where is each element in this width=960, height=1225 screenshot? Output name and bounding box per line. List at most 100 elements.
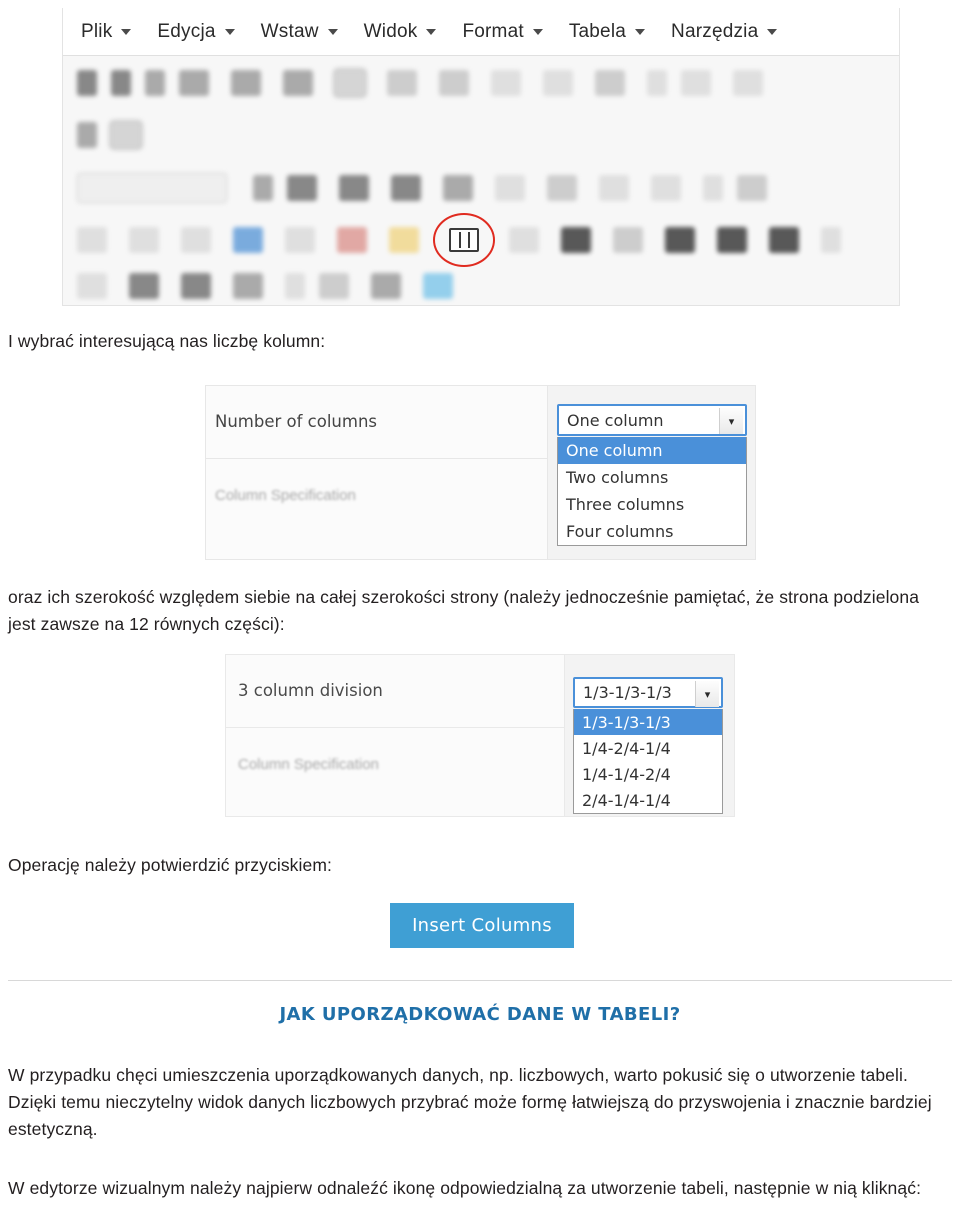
accordion-icon[interactable] [509, 227, 539, 253]
alert-box-icon[interactable] [337, 227, 367, 253]
filter-icon[interactable] [821, 227, 841, 253]
align-justify-icon[interactable] [439, 70, 469, 96]
menu-item-narzedzia[interactable]: Narzędzia [671, 20, 778, 43]
bold-icon[interactable] [77, 70, 97, 96]
source-code-icon[interactable] [681, 70, 711, 96]
align-center-icon[interactable] [335, 70, 365, 96]
form-icon[interactable] [319, 273, 349, 299]
toolbar-row-insert [63, 213, 899, 267]
option-three-columns[interactable]: Three columns [558, 491, 746, 518]
insert-columns-button[interactable]: Insert Columns [390, 903, 574, 948]
calendar-icon[interactable] [371, 273, 401, 299]
numbered-list-icon[interactable] [231, 70, 261, 96]
menu-item-label: Wstaw [260, 20, 319, 42]
undo-icon[interactable] [77, 122, 97, 148]
bulleted-list-icon[interactable] [179, 70, 209, 96]
chevron-down-icon [121, 28, 132, 35]
division-dialog-screenshot: 3 column division Column Specification 1… [225, 654, 735, 817]
link-icon[interactable] [543, 70, 573, 96]
copy-icon[interactable] [599, 175, 629, 201]
division-dialog-right-pane: 1/3-1/3-1/3 ▾ 1/3-1/3-1/3 1/4-2/4-1/4 1/… [565, 654, 735, 817]
redo-icon[interactable] [111, 122, 141, 148]
dark-panel-icon[interactable] [181, 273, 211, 299]
menu-bar: Plik Edycja Wstaw Widok Format Tabela Na… [63, 8, 899, 56]
toolbar-row-history [63, 112, 899, 158]
option-two-columns[interactable]: Two columns [558, 464, 746, 491]
blockquote-icon[interactable] [145, 70, 165, 96]
chevron-down-icon [767, 28, 778, 35]
unlink-icon[interactable] [491, 70, 521, 96]
insert-columns-icon[interactable] [433, 213, 495, 267]
chevron-down-icon[interactable]: ▾ [719, 408, 743, 434]
select-value: One column [567, 410, 664, 430]
toolbar-row-paragraph [63, 164, 899, 212]
chart-icon[interactable] [129, 227, 159, 253]
dropdown-icon[interactable] [703, 175, 723, 201]
slider-icon[interactable] [717, 227, 747, 253]
info-box-icon[interactable] [233, 227, 263, 253]
menu-item-tabela[interactable]: Tabela [569, 21, 646, 43]
columns-dialog-screenshot: Number of columns Column Specification O… [205, 385, 756, 560]
camera-icon[interactable] [391, 175, 421, 201]
option-third-third-third[interactable]: 1/3-1/3-1/3 [574, 709, 722, 735]
menu-item-label: Plik [81, 20, 113, 42]
card-icon[interactable] [769, 227, 799, 253]
tabs-icon[interactable] [613, 227, 643, 253]
division-option-list[interactable]: 1/3-1/3-1/3 1/4-2/4-1/4 1/4-1/4-2/4 2/4-… [573, 709, 723, 814]
menu-item-label: Narzędzia [671, 20, 759, 42]
division-dialog-left-pane: 3 column division Column Specification [225, 654, 566, 817]
menu-item-format[interactable]: Format [462, 21, 543, 43]
warning-box-icon[interactable] [389, 227, 419, 253]
number-of-columns-select[interactable]: One column ▾ [557, 404, 747, 436]
menu-item-wstaw[interactable]: Wstaw [261, 21, 338, 43]
divider [226, 727, 566, 728]
chevron-down-icon [224, 28, 235, 35]
columns-dialog-left-pane: Number of columns Column Specification [205, 385, 549, 560]
paragraph-table-intro: W przypadku chęci umieszczenia uporządko… [8, 1065, 932, 1139]
italic-icon[interactable] [111, 70, 131, 96]
option-four-columns[interactable]: Four columns [558, 518, 746, 545]
paragraph-table-icon: W edytorze wizualnym należy najpierw odn… [8, 1178, 922, 1198]
horizontal-rule-icon[interactable] [253, 175, 273, 201]
paragraph-style-select[interactable] [77, 173, 227, 203]
gallery-icon[interactable] [665, 227, 695, 253]
number-of-columns-label: Number of columns [215, 412, 378, 431]
dark-box-icon[interactable] [129, 273, 159, 299]
layout-icon[interactable] [181, 227, 211, 253]
menu-item-edycja[interactable]: Edycja [157, 21, 235, 43]
division-select[interactable]: 1/3-1/3-1/3 ▾ [573, 677, 723, 708]
align-left-icon[interactable] [283, 70, 313, 96]
option-quarter-quarter-half[interactable]: 1/4-1/4-2/4 [574, 761, 722, 787]
panel-icon[interactable] [561, 227, 591, 253]
media-icon[interactable] [339, 175, 369, 201]
toolbar-row-formatting [63, 60, 899, 106]
link-small-icon[interactable] [285, 273, 305, 299]
option-half-quarter-quarter[interactable]: 2/4-1/4-1/4 [574, 787, 722, 813]
list-box-icon[interactable] [77, 273, 107, 299]
menu-item-plik[interactable]: Plik [81, 20, 132, 43]
quote-box-icon[interactable] [285, 227, 315, 253]
highlight-ring-annotation [433, 213, 495, 267]
refresh-icon[interactable] [423, 273, 453, 299]
menu-item-widok[interactable]: Widok [364, 21, 437, 43]
document-icon[interactable] [547, 175, 577, 201]
option-one-column[interactable]: One column [558, 437, 746, 464]
eraser-icon[interactable] [733, 70, 763, 96]
print-icon[interactable] [233, 273, 263, 299]
anchor-icon[interactable] [595, 70, 625, 96]
person-icon[interactable] [651, 175, 681, 201]
chevron-down-icon[interactable]: ▾ [695, 681, 719, 707]
editor-toolbar-screenshot: Plik Edycja Wstaw Widok Format Tabela Na… [62, 8, 900, 306]
divider [206, 458, 549, 459]
option-quarter-half-quarter[interactable]: 1/4-2/4-1/4 [574, 735, 722, 761]
align-right-icon[interactable] [387, 70, 417, 96]
section-heading: JAK UPORZĄDKOWAĆ DANE W TABELI? [279, 1004, 681, 1025]
page-break-icon[interactable] [495, 175, 525, 201]
grid-icon[interactable] [737, 175, 767, 201]
three-column-division-label: 3 column division [238, 681, 383, 700]
video-icon[interactable] [287, 175, 317, 201]
menu-item-label: Widok [363, 20, 418, 42]
brush-icon[interactable] [443, 175, 473, 201]
number-of-columns-option-list[interactable]: One column Two columns Three columns Fou… [557, 437, 747, 546]
table-icon[interactable] [77, 227, 107, 253]
